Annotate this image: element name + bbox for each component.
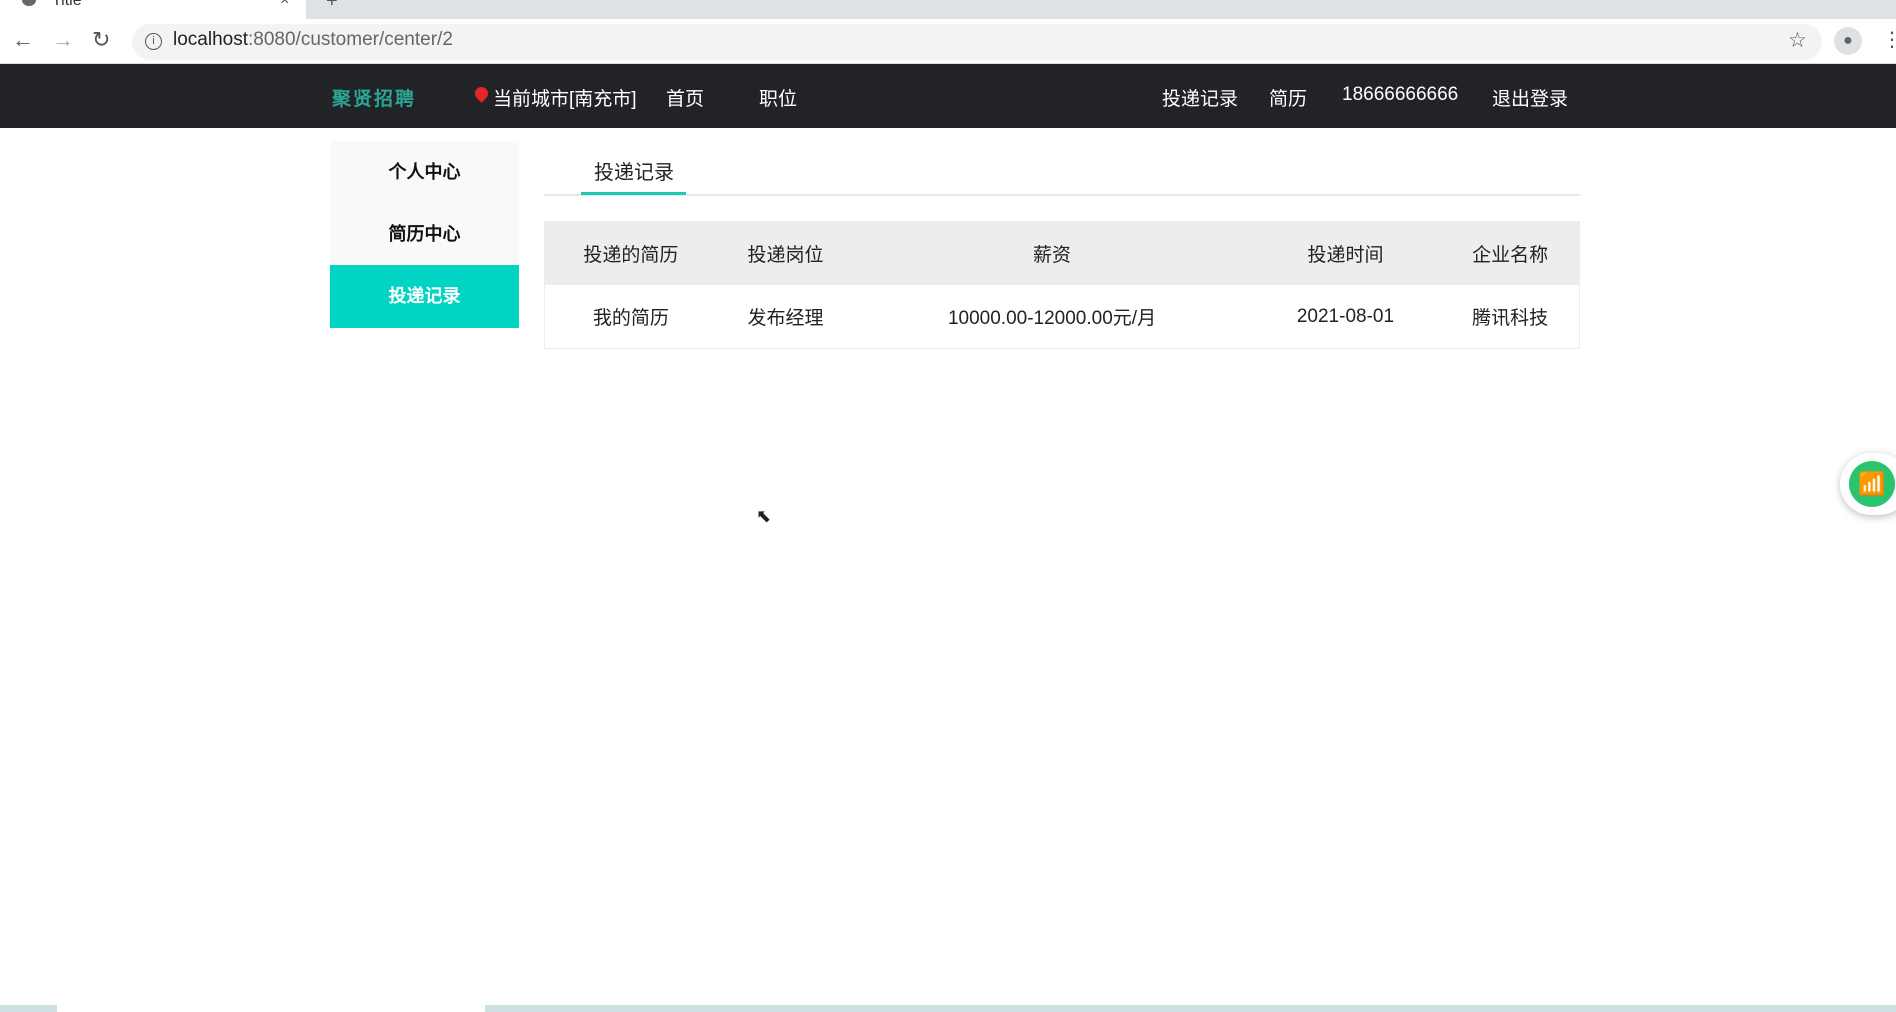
cell-time: 2021-08-01 [1296,305,1395,327]
nav-records[interactable]: 投递记录 [1162,84,1238,111]
nav-resume[interactable]: 简历 [1269,84,1307,111]
top-navbar [0,64,1896,128]
url-text[interactable]: localhost:8080/customer/center/2 [173,29,453,51]
cell-salary: 10000.00-12000.00元/月 [947,308,1157,329]
reload-icon[interactable]: ↻ [92,27,110,53]
mouse-cursor-icon: ⬉ [756,506,772,526]
sidebar-item-personal-center[interactable]: 个人中心 [330,141,519,203]
header-salary: 薪资 [1033,245,1072,266]
cell-position: 发布经理 [747,308,824,329]
tab-title: Title [52,0,82,9]
bookmark-star-icon[interactable]: ☆ [1788,28,1807,53]
table-row: 我的简历 发布经理 10000.00-12000.00元/月 2021-08-0… [545,285,1579,348]
tab-active-underline [581,192,686,195]
header-resume: 投递的简历 [583,245,679,266]
tab-records[interactable]: 投递记录 [594,156,674,185]
taskbar-item[interactable] [57,1005,485,1012]
nav-home[interactable]: 首页 [666,84,704,111]
header-time: 投递时间 [1307,245,1384,266]
tab-close-icon[interactable]: × [280,0,289,10]
sidebar-item-records[interactable]: 投递记录 [330,265,519,328]
sidebar: 个人中心 简历中心 投递记录 [330,141,519,328]
nav-jobs[interactable]: 职位 [759,84,797,111]
header-position: 投递岗位 [747,245,824,266]
cell-resume: 我的简历 [592,308,669,329]
back-icon[interactable]: ← [12,27,34,53]
nav-phone[interactable]: 18666666666 [1342,84,1458,106]
records-table: 投递的简历 投递岗位 薪资 投递时间 企业名称 我的简历 发布经理 10000.… [544,221,1580,349]
profile-avatar-icon[interactable]: ● [1834,27,1862,55]
forward-icon[interactable]: → [52,27,74,53]
wifi-icon[interactable]: 📶 [1849,461,1895,507]
cell-company: 腾讯科技 [1472,308,1549,329]
site-logo[interactable]: 聚贤招聘 [332,84,416,111]
tab-divider [544,194,1580,196]
new-tab-icon[interactable]: + [326,0,338,13]
url-path: :8080/customer/center/2 [248,29,453,50]
header-company: 企业名称 [1472,245,1549,266]
url-host: localhost [173,29,248,50]
table-header-row: 投递的简历 投递岗位 薪资 投递时间 企业名称 [545,222,1579,285]
browser-tab[interactable] [0,0,306,19]
sidebar-item-resume-center[interactable]: 简历中心 [330,203,519,265]
info-icon[interactable]: i [145,33,162,50]
nav-logout[interactable]: 退出登录 [1492,84,1568,111]
current-city[interactable]: 当前城市[南充市] [493,84,637,111]
browser-menu-icon[interactable]: ⋮ [1882,27,1896,52]
